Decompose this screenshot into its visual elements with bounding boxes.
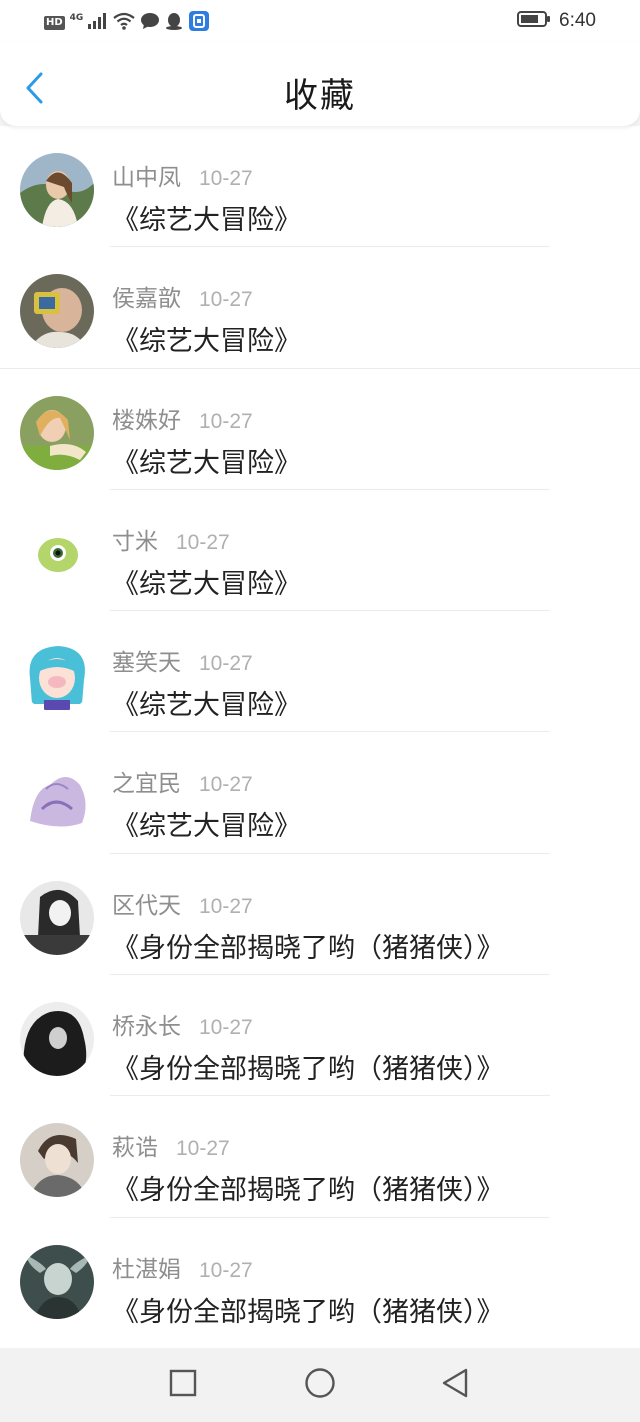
user-name: 杜湛娟: [112, 1256, 181, 1283]
favorite-title: 《身份全部揭晓了哟（猪猪侠）》: [112, 1296, 504, 1328]
home-button[interactable]: [303, 1368, 337, 1402]
status-bar: HD 4G 6:40: [0, 0, 640, 42]
status-bar-left: HD 4G: [44, 10, 210, 36]
post-date: 10-27: [176, 1137, 230, 1161]
recent-apps-icon: [169, 1369, 197, 1401]
post-date: 10-27: [199, 894, 253, 918]
post-date: 10-27: [199, 1016, 253, 1040]
post-date: 10-27: [199, 773, 253, 797]
favorites-list: 山中凤 10-27 《综艺大冒险》 侯嘉歆 10-27 《综艺大冒险》 楼姝好 …: [0, 126, 640, 1348]
list-item[interactable]: 塞笑天 10-27 《综艺大冒险》: [0, 611, 640, 733]
avatar: [20, 1002, 94, 1077]
item-meta: 山中凤 10-27: [112, 158, 253, 192]
item-meta: 寸米 10-27: [112, 522, 230, 556]
list-item[interactable]: 桥永长 10-27 《身份全部揭晓了哟（猪猪侠）》: [0, 975, 640, 1097]
network-type: 4G: [69, 13, 84, 23]
favorite-title: 《身份全部揭晓了哟（猪猪侠）》: [112, 1175, 504, 1207]
post-date: 10-27: [199, 1258, 253, 1282]
list-item[interactable]: 杜湛娟 10-27 《身份全部揭晓了哟（猪猪侠）》: [0, 1218, 640, 1339]
list-item[interactable]: 区代天 10-27 《身份全部揭晓了哟（猪猪侠）》: [0, 854, 640, 976]
list-item[interactable]: 寸米 10-27 《综艺大冒险》: [0, 490, 640, 612]
user-name: 侯嘉歆: [112, 286, 181, 313]
avatar: [20, 880, 94, 955]
recent-apps-button[interactable]: [166, 1368, 200, 1402]
item-meta: 塞笑天 10-27: [112, 643, 253, 677]
user-name: 之宜民: [112, 771, 181, 798]
item-meta: 侯嘉歆 10-27: [112, 279, 253, 313]
post-date: 10-27: [199, 288, 253, 312]
item-meta: 杜湛娟 10-27: [112, 1250, 253, 1284]
list-item[interactable]: 楼姝好 10-27 《综艺大冒险》: [0, 369, 640, 490]
user-name: 桥永长: [112, 1014, 181, 1041]
user-name: 区代天: [112, 892, 181, 919]
user-name: 楼姝好: [112, 407, 181, 434]
avatar: [20, 274, 94, 349]
avatar: [20, 638, 94, 713]
qq-icon: [165, 12, 183, 34]
post-date: 10-27: [199, 652, 253, 676]
hd-badge: HD: [44, 16, 65, 30]
home-icon: [304, 1367, 336, 1403]
post-date: 10-27: [176, 530, 230, 554]
favorite-title: 《综艺大冒险》: [112, 690, 301, 722]
post-date: 10-27: [199, 167, 253, 190]
list-item[interactable]: 山中凤 10-27 《综艺大冒险》: [0, 126, 640, 248]
list-item[interactable]: 侯嘉歆 10-27 《综艺大冒险》: [0, 247, 640, 369]
clock: 6:40: [559, 10, 596, 31]
page-title: 收藏: [284, 76, 356, 116]
item-meta: 萩诰 10-27: [112, 1128, 230, 1162]
avatar: [20, 1123, 94, 1198]
favorite-title: 《综艺大冒险》: [112, 326, 301, 358]
avatar: [20, 759, 94, 834]
item-meta: 区代天 10-27: [112, 886, 253, 920]
avatar: [20, 153, 94, 227]
nav-back-button[interactable]: [438, 1368, 472, 1402]
list-item[interactable]: 之宜民 10-27 《综艺大冒险》: [0, 732, 640, 854]
item-meta: 楼姝好 10-27: [112, 401, 253, 435]
favorite-title: 《综艺大冒险》: [112, 811, 301, 843]
favorite-title: 《综艺大冒险》: [112, 568, 301, 600]
list-item[interactable]: 萩诰 10-27 《身份全部揭晓了哟（猪猪侠）》: [0, 1096, 640, 1218]
message-icon: [140, 12, 160, 34]
system-nav-bar: [0, 1348, 640, 1422]
item-meta: 桥永长 10-27: [112, 1007, 253, 1041]
header: 收藏: [0, 42, 640, 126]
favorite-title: 《身份全部揭晓了哟（猪猪侠）》: [112, 932, 504, 964]
favorite-title: 《综艺大冒险》: [112, 205, 301, 236]
avatar: [20, 516, 94, 591]
favorite-title: 《身份全部揭晓了哟（猪猪侠）》: [112, 1054, 504, 1086]
post-date: 10-27: [199, 409, 253, 433]
user-name: 塞笑天: [112, 650, 181, 677]
user-name: 山中凤: [112, 165, 181, 191]
status-bar-right: 6:40: [517, 10, 596, 32]
user-name: 萩诰: [112, 1135, 158, 1162]
battery-icon: [517, 10, 551, 32]
app-notification-icon: [188, 10, 210, 36]
item-meta: 之宜民 10-27: [112, 764, 253, 798]
wifi-icon: [113, 12, 136, 34]
avatar: [20, 395, 94, 470]
avatar: [20, 1244, 94, 1319]
user-name: 寸米: [112, 528, 158, 555]
favorite-title: 《综艺大冒险》: [112, 447, 301, 479]
back-triangle-icon: [440, 1367, 470, 1403]
signal-icon: [88, 13, 108, 33]
